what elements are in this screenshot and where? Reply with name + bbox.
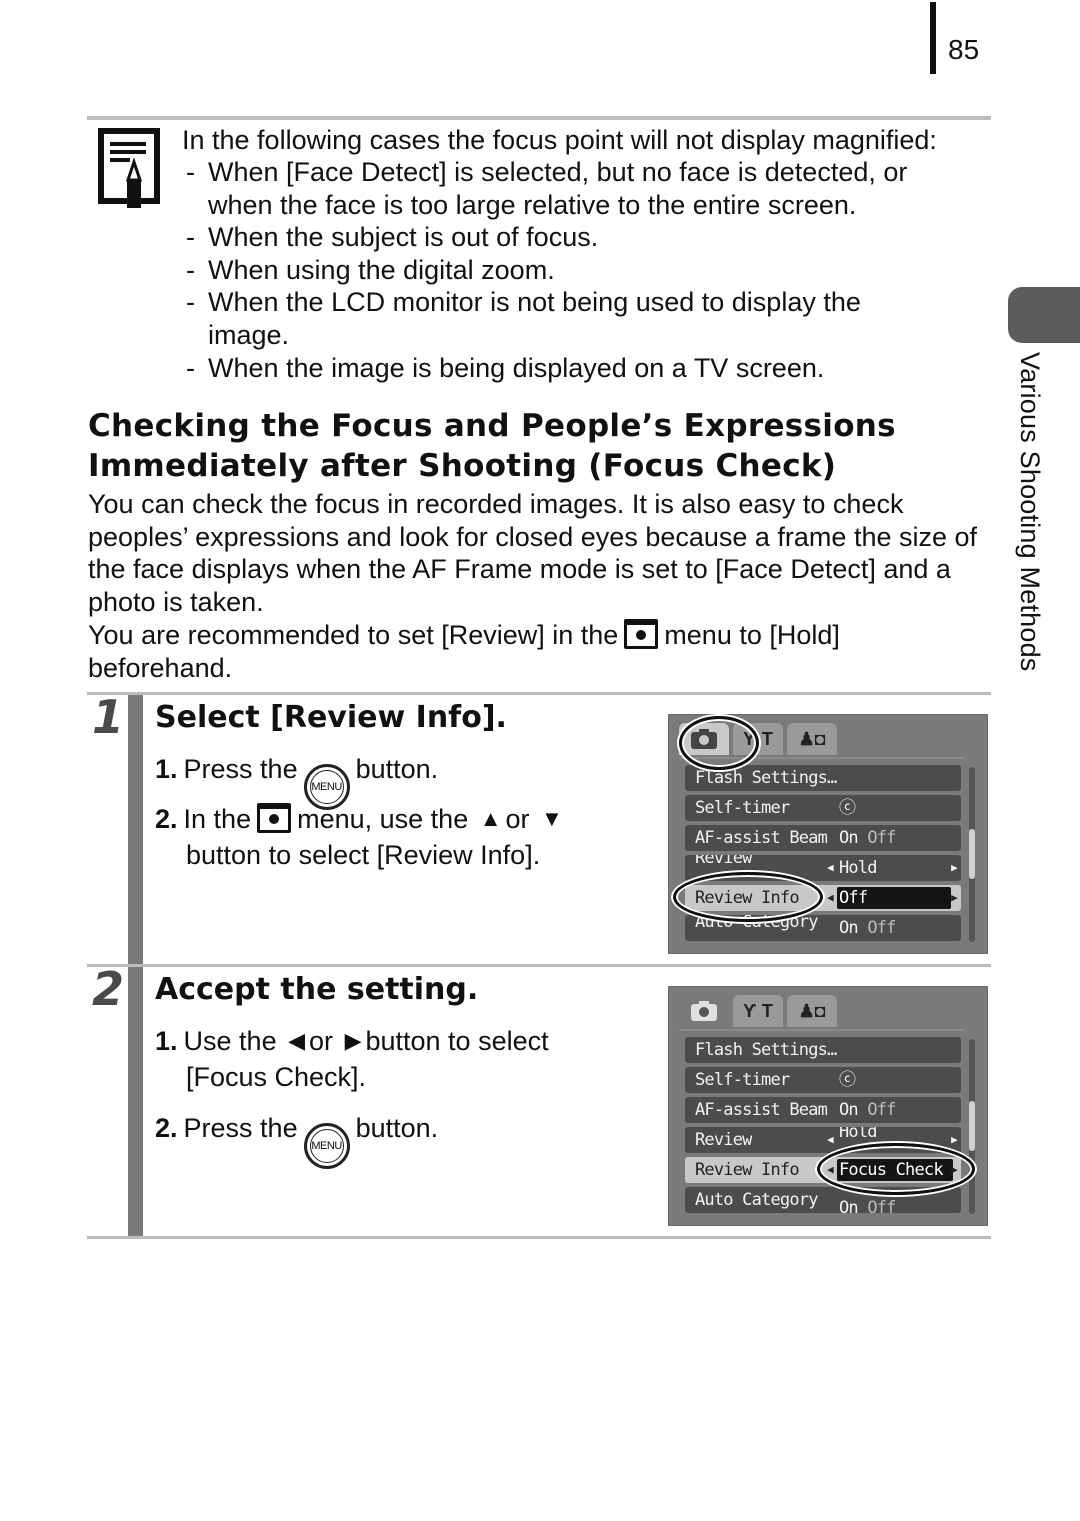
scrollbar bbox=[969, 767, 975, 942]
camera-screen: Ƴ T ♟◘ Flash Settings… Self-timer ⓒ AF-as… bbox=[668, 714, 988, 954]
note-item: - When the image is being displayed on a … bbox=[186, 352, 825, 383]
my-camera-tab-icon: ♟◘ bbox=[787, 723, 837, 755]
down-arrow-icon: ▼ bbox=[541, 806, 563, 831]
intro-paragraph: You can check the focus in recorded imag… bbox=[88, 489, 978, 618]
note-list: - When [Face Detect] is selected, but no … bbox=[186, 156, 968, 384]
section-title: Checking the Focus and People’s Expressi… bbox=[88, 408, 896, 484]
scrollbar bbox=[969, 1039, 975, 1214]
right-arrow-icon: ▶ bbox=[951, 891, 958, 904]
camera-menu-icon bbox=[257, 803, 292, 833]
self-timer-icon: ⓒ bbox=[839, 798, 856, 818]
step-number: 2 bbox=[92, 962, 125, 1016]
tab-callout bbox=[679, 716, 759, 770]
left-arrow-icon: ◀ bbox=[827, 861, 834, 874]
value-callout bbox=[817, 1143, 975, 1195]
right-arrow-icon: ▶ bbox=[951, 861, 958, 874]
camera-tab-icon bbox=[679, 995, 729, 1027]
page-rule bbox=[930, 2, 936, 74]
left-arrow-icon: ◀ bbox=[827, 891, 834, 904]
menu-row: Self-timer ⓒ bbox=[685, 1067, 961, 1093]
recommendation-paragraph: You are recommended to set [Review] in t… bbox=[88, 618, 840, 683]
menu-tabs: Ƴ T ♟◘ bbox=[679, 995, 837, 1029]
step-divider bbox=[87, 692, 991, 695]
up-arrow-icon: ▲ bbox=[479, 806, 502, 831]
menu-row: AF-assist Beam On Off bbox=[685, 1097, 961, 1123]
tools-tab-icon: Ƴ T bbox=[733, 995, 783, 1027]
menu-row: AF-assist Beam On Off bbox=[685, 825, 961, 851]
step-title: Select [Review Info]. bbox=[155, 700, 507, 735]
my-camera-tab-icon: ♟◘ bbox=[787, 995, 837, 1027]
row-callout bbox=[673, 872, 823, 922]
step-divider bbox=[87, 964, 991, 967]
note-item: - When the subject is out of focus. bbox=[186, 222, 599, 253]
note-divider bbox=[87, 116, 991, 120]
bottom-divider bbox=[87, 1236, 991, 1239]
camera-menu-icon bbox=[624, 618, 659, 649]
note-item: - When the LCD monitor is not being used … bbox=[186, 287, 861, 350]
chapter-tab bbox=[1008, 287, 1080, 343]
step-bar bbox=[128, 967, 143, 1237]
camera-screen: Ƴ T ♟◘ Flash Settings… Self-timer ⓒ AF-as… bbox=[668, 986, 988, 1226]
step-number: 1 bbox=[92, 690, 125, 744]
menu-button-icon: MENU bbox=[303, 1123, 350, 1169]
right-arrow-icon: ▶ bbox=[344, 1028, 362, 1053]
section-body: You can check the focus in recorded imag… bbox=[88, 488, 988, 684]
substep: 2. In the menu, use the ▲ or ▼ button to se… bbox=[155, 801, 567, 873]
self-timer-icon: ⓒ bbox=[839, 1070, 856, 1090]
substep: 1. Use the ◀ or ▶ button to select [Focus C… bbox=[155, 1023, 549, 1095]
menu-row: Self-timer ⓒ bbox=[685, 795, 961, 821]
right-arrow-icon: ▶ bbox=[951, 1133, 958, 1146]
left-arrow-icon: ◀ bbox=[827, 1133, 834, 1146]
page-number: 85 bbox=[948, 34, 980, 65]
step-title: Accept the setting. bbox=[155, 972, 479, 1007]
memo-pencil-icon bbox=[98, 128, 160, 208]
substep: 2. Press the MENU button. bbox=[155, 1110, 438, 1169]
note-item: - When [Face Detect] is selected, but no … bbox=[186, 157, 908, 220]
menu-row: Flash Settings… bbox=[685, 1037, 961, 1063]
chapter-label: Various Shooting Methods bbox=[1015, 352, 1045, 672]
note-item: - When using the digital zoom. bbox=[186, 254, 555, 285]
step-bar bbox=[128, 695, 143, 965]
note-intro: In the following cases the focus point w… bbox=[182, 125, 937, 155]
left-arrow-icon: ◀ bbox=[288, 1028, 306, 1053]
